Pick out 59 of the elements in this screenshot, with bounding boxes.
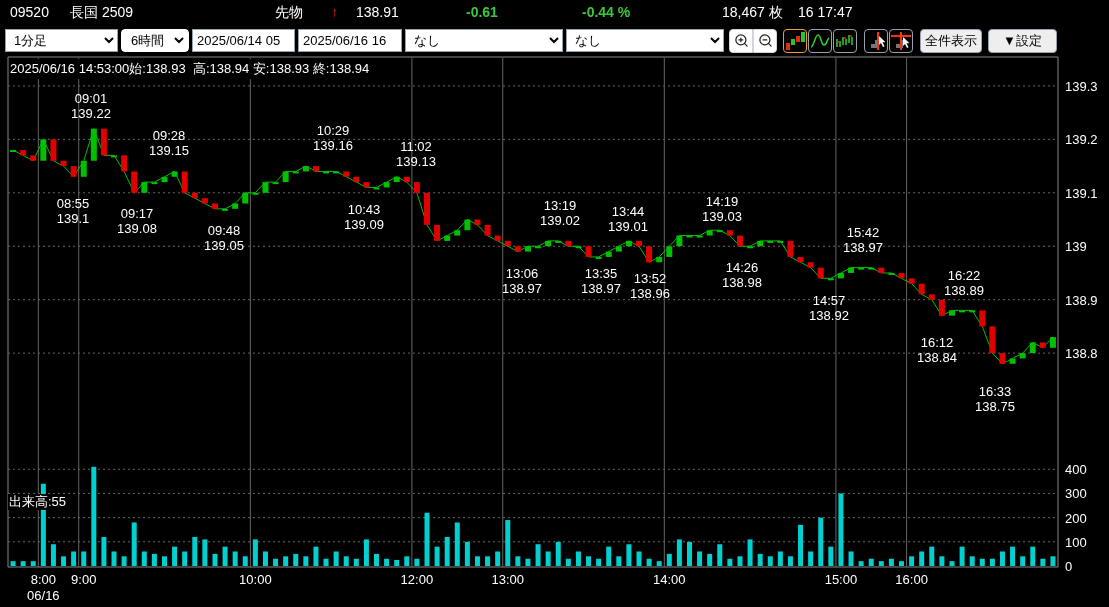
price-annotation: 13:52 138.96 — [630, 271, 670, 301]
ohlc-info-text: 2025/06/16 14:53:00始:138.93 高:138.94 安:138.93 終:138.94 — [10, 59, 370, 79]
start-date-field[interactable]: 2025/06/14 05 — [192, 29, 295, 52]
axis-tick-label: 400 — [1065, 462, 1087, 478]
time-axis-label: 14:00 — [653, 572, 686, 587]
time-axis-label: 9:00 — [71, 572, 97, 587]
price-annotation: 13:19 139.02 — [540, 198, 580, 228]
price-annotation: 16:12 138.84 — [917, 335, 957, 365]
period-select[interactable]: 6時間 — [121, 29, 189, 52]
price-annotation: 16:33 138.75 — [975, 384, 1015, 414]
time-axis-label: 16:00 — [895, 572, 928, 587]
time-axis-label: 12:00 — [400, 572, 434, 587]
indicator-select[interactable]: なし — [566, 29, 724, 52]
indicator-select[interactable]: なし — [405, 29, 563, 52]
trend-arrow-text: ↑ — [331, 3, 339, 22]
price-annotation: 08:55 139.1 — [56, 196, 90, 226]
price-annotation: 13:06 138.97 — [502, 266, 542, 296]
market-label: 先物 — [275, 3, 304, 22]
price-annotation: 13:44 139.01 — [608, 204, 648, 234]
axis-tick-label: 139 — [1065, 239, 1087, 255]
symbol-code: 09520 — [10, 3, 50, 22]
price-annotation: 09:17 139.08 — [117, 206, 157, 236]
last-price: 138.91 — [356, 3, 400, 22]
axis-tick-label: 139.2 — [1065, 132, 1098, 148]
symbol-name: 長国 2509 — [70, 3, 135, 22]
time-axis-label: 15:00 — [824, 572, 858, 587]
axis-tick-label: 100 — [1065, 534, 1087, 550]
update-time: 16 17:47 — [798, 3, 853, 22]
time-axis-label: 8:00 — [30, 572, 56, 587]
price-annotation: 14:57 138.92 — [809, 293, 849, 323]
price-annotation: 09:48 139.05 — [204, 223, 244, 253]
axis-tick-label: 139.3 — [1065, 78, 1098, 94]
price-annotation: 09:01 139.22 — [71, 91, 111, 121]
show-all-button[interactable]: 全件表示 — [920, 28, 982, 53]
end-date-field[interactable]: 2025/06/16 16 — [298, 29, 402, 52]
axis-tick-label: 300 — [1065, 486, 1087, 502]
price-annotation: 14:26 138.98 — [722, 260, 762, 290]
volume-text: 18,467 枚 — [722, 3, 784, 22]
price-change: -0.61 — [466, 3, 499, 22]
price-annotation: 10:43 139.09 — [344, 202, 384, 232]
date-axis-label: 06/16 — [27, 588, 60, 603]
time-axis-label: 13:00 — [491, 572, 525, 587]
price-annotation: 16:22 138.89 — [944, 268, 984, 298]
change-percent: -0.44 % — [582, 3, 632, 22]
settings-button[interactable]: ▼設定 — [988, 28, 1057, 53]
axis-tick-label: 139.1 — [1065, 185, 1098, 201]
axis-tick-label: 138.8 — [1065, 346, 1098, 362]
price-annotation: 15:42 138.97 — [843, 225, 883, 255]
axis-tick-label: 0 — [1065, 559, 1073, 574]
period-select[interactable]: 1分足 — [5, 29, 118, 52]
axis-tick-label: 138.9 — [1065, 292, 1098, 308]
price-annotation: 11:02 139.13 — [396, 139, 436, 169]
price-annotation: 09:28 139.15 — [149, 128, 189, 158]
price-annotation: 14:19 139.03 — [702, 194, 742, 224]
volume-label: 出来高:55 — [9, 494, 67, 509]
time-axis-label: 10:00 — [239, 572, 272, 587]
price-annotation: 10:29 139.16 — [313, 123, 353, 153]
price-annotation: 13:35 138.97 — [581, 266, 621, 296]
axis-tick-label: 200 — [1065, 510, 1087, 526]
